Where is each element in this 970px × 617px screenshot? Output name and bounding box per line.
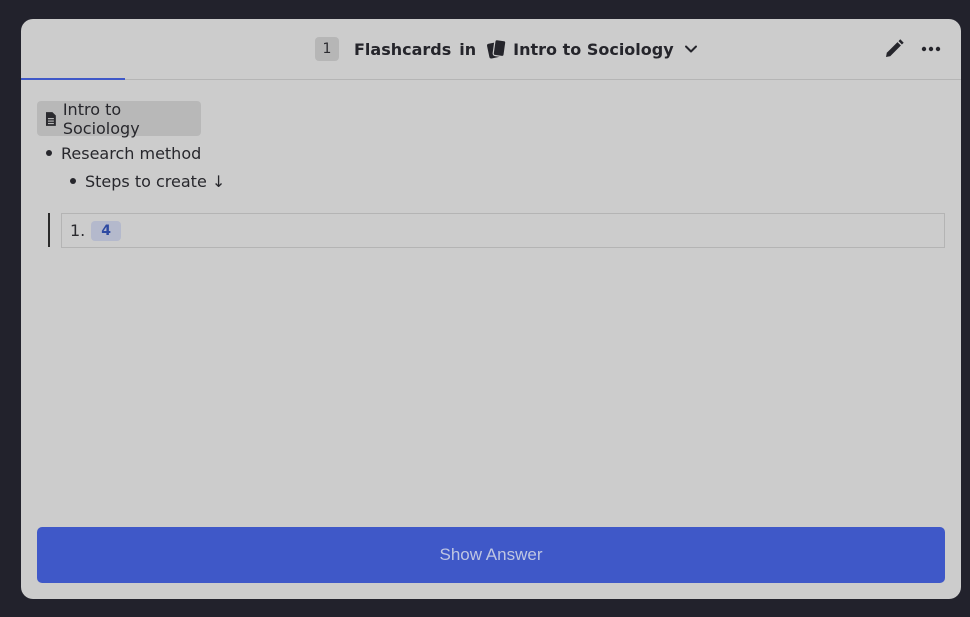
card-indicator-bar <box>48 213 50 247</box>
pencil-icon[interactable] <box>883 38 905 60</box>
ellipsis-icon[interactable] <box>920 38 942 60</box>
title-group: 1 Flashcards in Intro to Sociology <box>315 36 698 62</box>
breadcrumb-document[interactable]: Intro to Sociology <box>37 99 201 138</box>
bullet-dot <box>46 150 52 156</box>
deck-name: Intro to Sociology <box>513 39 674 59</box>
breadcrumb-document-label: Intro to Sociology <box>62 99 140 138</box>
breadcrumb-level2[interactable]: Steps to create ↓ <box>70 171 225 191</box>
chevron-down-icon <box>684 45 697 53</box>
bullet-dot <box>70 178 76 184</box>
show-answer-button[interactable]: Show Answer <box>37 527 945 583</box>
document-icon <box>45 111 56 126</box>
breadcrumb-level1-label: Research method <box>61 143 202 163</box>
in-label: in <box>459 39 477 59</box>
card-front: 1. 4 <box>61 213 945 248</box>
flashcard-modal: 1 Flashcards in Intro to Sociology Intro… <box>21 19 961 599</box>
breadcrumb-level2-label: Steps to create ↓ <box>85 171 226 191</box>
progress-bar <box>21 78 125 80</box>
card-count-badge: 1 <box>315 37 339 61</box>
flashcards-label: Flashcards <box>354 39 452 59</box>
modal-header: 1 Flashcards in Intro to Sociology <box>21 19 961 80</box>
list-number: 1. <box>70 221 86 240</box>
breadcrumb-level1[interactable]: Research method <box>46 143 201 163</box>
cards-icon <box>487 39 507 59</box>
cloze-chip[interactable]: 4 <box>91 220 122 241</box>
deck-selector[interactable]: Intro to Sociology <box>486 38 698 60</box>
